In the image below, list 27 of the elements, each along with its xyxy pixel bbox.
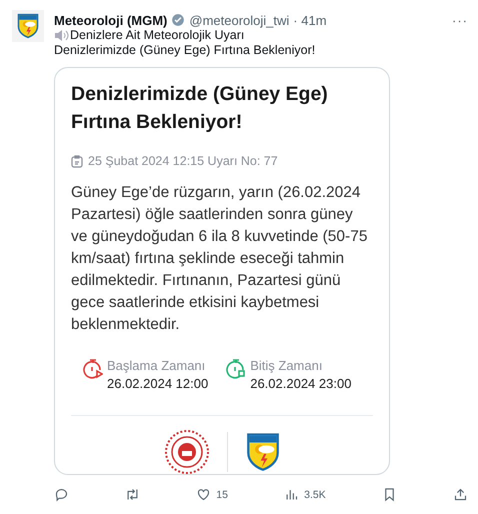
shield-logo-icon (17, 13, 39, 39)
avatar[interactable] (12, 10, 44, 42)
post-time: · 41m (293, 12, 327, 28)
time-label: Bitiş Zamanı (250, 358, 324, 373)
account-name[interactable]: Meteoroloji (MGM) (54, 12, 168, 28)
clipboard-icon (71, 154, 83, 168)
speaker-icon (54, 29, 69, 42)
account-handle[interactable]: @meteoroloji_twi (189, 12, 290, 28)
shield-logo-icon (246, 432, 280, 472)
time-label: Başlama Zamanı (107, 358, 206, 373)
time-value: 26.02.2024 12:00 (107, 376, 208, 391)
warning-date: 25 Şubat 2024 12:15 Uyarı No: 77 (88, 154, 278, 168)
card-title: Denizlerimizde (Güney Ege) Fırtına Bekleniyor! (71, 82, 329, 135)
heart-icon (196, 487, 212, 502)
warning-text: Güney Ege’de rüzgarın, yarın (26.02.2024 Pazartesi) öğle saatlerinden sonra güney ve güneydoğudan 6 ila 8 kuvvetinde (50-75 km/saat) fırtına şeklinde eseceği tahmin edilmektedir. Fırtınanın, Pazartesi günü gece saatlerinde etkisini kaybetmesi beklenmektedir. (71, 183, 368, 335)
views-button[interactable]: 3.5K (284, 487, 326, 502)
reply-button[interactable] (54, 487, 69, 502)
warning-card[interactable] (54, 67, 390, 475)
post-text: Denizlerimizde (Güney Ege) Fırtına Bekleniyor! (54, 43, 316, 58)
post-text: Denizlere Ait Meteorolojik Uyarı (70, 28, 244, 43)
like-button[interactable]: 15 (196, 487, 228, 502)
share-button[interactable] (453, 487, 468, 502)
seal-logo-icon (164, 430, 208, 474)
retweet-button[interactable] (125, 487, 140, 502)
more-button[interactable]: ··· (452, 12, 468, 28)
bar-chart-icon (284, 487, 300, 502)
time-value: 26.02.2024 23:00 (250, 376, 352, 391)
